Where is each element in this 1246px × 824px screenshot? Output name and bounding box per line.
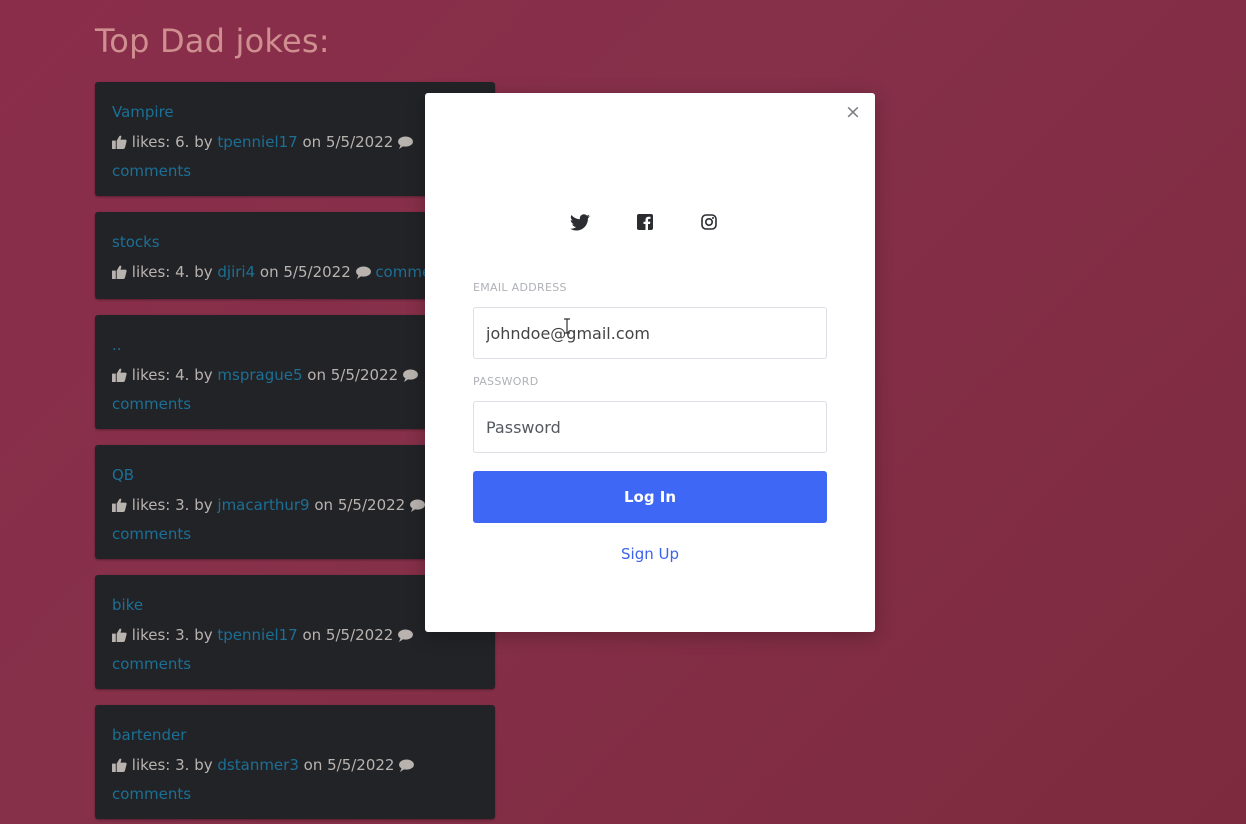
date-text: on 5/5/2022	[302, 133, 394, 151]
twitter-icon	[570, 213, 590, 235]
thumbs-up-icon	[112, 754, 127, 781]
author-link[interactable]: tpenniel17	[217, 626, 297, 644]
facebook-icon	[637, 214, 653, 234]
likes-text: likes: 4. by	[131, 263, 213, 281]
comments-link[interactable]: comments	[112, 785, 191, 803]
likes-text: likes: 3. by	[131, 756, 213, 774]
date-text: on 5/5/2022	[302, 626, 394, 644]
likes-text: likes: 3. by	[131, 496, 213, 514]
thumbs-up-icon	[112, 624, 127, 651]
comment-icon	[402, 364, 418, 391]
comment-icon	[410, 494, 425, 521]
login-button[interactable]: Log In	[473, 471, 827, 523]
date-text: on 5/5/2022	[259, 263, 351, 281]
close-button[interactable]: ×	[845, 103, 861, 122]
instagram-login-button[interactable]	[698, 213, 720, 235]
comments-link[interactable]: comments	[112, 655, 191, 673]
social-login-row	[425, 213, 875, 235]
page-title: Top Dad jokes:	[95, 22, 330, 60]
login-modal: × EMAIL ADDRESS PASSWORD Log In Sign Up	[425, 93, 875, 632]
text-cursor-icon	[563, 318, 571, 334]
signup-link[interactable]: Sign Up	[425, 545, 875, 563]
author-link[interactable]: dstanmer3	[217, 756, 298, 774]
comments-link[interactable]: comments	[112, 395, 191, 413]
thumbs-up-icon	[112, 131, 127, 158]
author-link[interactable]: djiri4	[217, 263, 255, 281]
facebook-login-button[interactable]	[634, 213, 656, 235]
twitter-login-button[interactable]	[569, 213, 591, 235]
author-link[interactable]: tpenniel17	[217, 133, 297, 151]
comments-link[interactable]: comments	[112, 162, 191, 180]
joke-title-link[interactable]: bartender	[112, 725, 485, 745]
thumbs-up-icon	[112, 364, 127, 391]
date-text: on 5/5/2022	[314, 496, 406, 514]
password-label: PASSWORD	[473, 375, 539, 388]
email-label: EMAIL ADDRESS	[473, 281, 567, 294]
thumbs-up-icon	[112, 261, 127, 288]
comments-link[interactable]: comments	[112, 525, 191, 543]
thumbs-up-icon	[112, 494, 127, 521]
date-text: on 5/5/2022	[303, 756, 395, 774]
comment-icon	[355, 261, 371, 288]
comment-icon	[398, 624, 414, 651]
instagram-icon	[701, 214, 717, 234]
likes-text: likes: 6. by	[131, 133, 213, 151]
author-link[interactable]: jmacarthur9	[217, 496, 309, 514]
comment-icon	[398, 131, 414, 158]
date-text: on 5/5/2022	[307, 366, 399, 384]
likes-text: likes: 4. by	[131, 366, 213, 384]
likes-text: likes: 3. by	[131, 626, 213, 644]
password-field[interactable]	[473, 401, 827, 453]
author-link[interactable]: msprague5	[217, 366, 302, 384]
email-field[interactable]	[473, 307, 827, 359]
joke-card: bartender likes: 3. by dstanmer3 on 5/5/…	[95, 705, 495, 819]
comment-icon	[399, 754, 415, 781]
